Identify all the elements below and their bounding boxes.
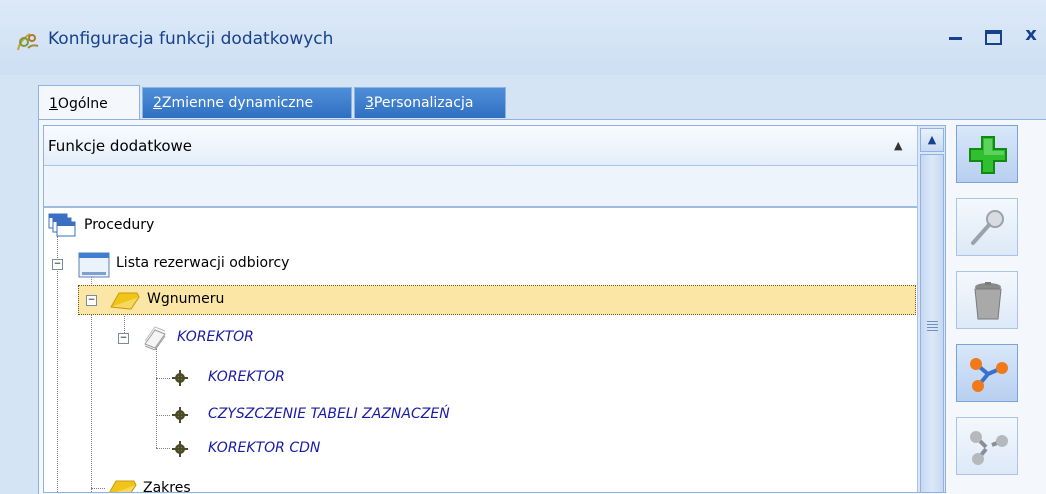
tree-node-label: Lista rezerwacji odbiorcy xyxy=(116,255,290,271)
delete-button[interactable] xyxy=(956,271,1018,329)
tab-ogolne-number: 1 xyxy=(49,96,58,112)
link-icon xyxy=(970,358,1008,392)
tab-zmienne-dynamiczne[interactable]: 2Zmienne dynamiczne xyxy=(142,87,352,118)
trash-icon xyxy=(974,282,1002,320)
title-bar: Konfiguracja funkcji dodatkowych x xyxy=(0,0,1046,75)
maximize-icon xyxy=(984,30,1002,45)
folder-icon xyxy=(109,480,137,492)
folder-icon xyxy=(110,292,140,310)
unlink-button[interactable] xyxy=(956,417,1018,475)
tab-ogolne-label: Ogólne xyxy=(57,96,108,112)
window-list-icon xyxy=(78,252,110,278)
tree-node-label: KOREKTOR xyxy=(177,329,254,345)
gear-function-icon xyxy=(172,441,188,457)
column-header-label: Funkcje dodatkowe xyxy=(48,137,193,155)
tab-personalizacja[interactable]: 3Personalizacja xyxy=(354,87,506,118)
document-stack-icon xyxy=(144,326,166,350)
tree-node-procedury[interactable]: Procedury xyxy=(44,211,917,241)
tree-node-korektor-cdn[interactable]: KOREKTOR CDN xyxy=(44,434,917,464)
procedures-icon xyxy=(48,213,76,237)
edit-button[interactable] xyxy=(956,198,1018,256)
gear-function-icon xyxy=(172,407,188,423)
collapse-toggle[interactable]: − xyxy=(86,295,97,306)
collapse-toggle[interactable]: − xyxy=(52,259,63,270)
minimize-icon xyxy=(948,37,962,40)
scroll-up-button[interactable]: ▲ xyxy=(920,128,944,152)
gear-function-icon xyxy=(172,370,188,386)
filter-row[interactable] xyxy=(44,166,917,208)
tree-node-label: KOREKTOR xyxy=(208,369,285,385)
scroll-grip-icon xyxy=(927,321,938,333)
tab-personalizacja-label: Personalizacja xyxy=(373,95,474,111)
tree-node-lista-rezerwacji[interactable]: − Lista rezerwacji odbiorcy xyxy=(44,249,917,279)
tree-node-label: Procedury xyxy=(84,217,155,233)
tree-node-korektor[interactable]: KOREKTOR xyxy=(44,363,917,393)
maximize-button[interactable] xyxy=(980,24,1006,50)
collapse-toggle[interactable]: − xyxy=(118,333,129,344)
close-button[interactable]: x xyxy=(1018,24,1044,45)
app-icon xyxy=(17,33,39,51)
tree-node-wgnumeru[interactable]: − Wgnumeru xyxy=(78,285,916,315)
tree-node-label: Wgnumeru xyxy=(147,291,225,307)
tab-personalizacja-number: 3 xyxy=(365,95,374,111)
magnifier-icon xyxy=(971,210,1004,245)
link-button[interactable] xyxy=(956,344,1018,402)
tree-node-label: KOREKTOR CDN xyxy=(208,440,321,456)
tab-zmienne-label: Zmienne dynamiczne xyxy=(161,95,314,111)
sort-ascending-icon: ▲ xyxy=(894,139,903,152)
scroll-thumb[interactable] xyxy=(920,154,944,492)
tree-node-czyszczenie[interactable]: CZYSZCZENIE TABELI ZAZNACZEŃ xyxy=(44,400,917,430)
minimize-button[interactable] xyxy=(942,24,968,45)
tree-node-zakres[interactable]: Zakres xyxy=(44,474,917,493)
window-title: Konfiguracja funkcji dodatkowych xyxy=(48,29,334,49)
tree-node-label: Zakres xyxy=(143,480,191,493)
vertical-scrollbar[interactable]: ▲ xyxy=(917,126,945,492)
tree-node-korektor-group[interactable]: − KOREKTOR xyxy=(44,323,917,353)
tab-zmienne-number: 2 xyxy=(153,95,162,111)
functions-tree-grid[interactable]: Funkcje dodatkowe ▲ Procedury − Lista re… xyxy=(43,125,946,493)
add-button[interactable] xyxy=(956,125,1018,183)
tab-ogolne[interactable]: 1Ogólne xyxy=(38,85,140,120)
tree-node-label: CZYSZCZENIE TABELI ZAZNACZEŃ xyxy=(208,406,450,422)
unlink-icon xyxy=(970,431,1008,465)
plus-icon xyxy=(969,136,1007,174)
column-header[interactable]: Funkcje dodatkowe ▲ xyxy=(44,126,917,166)
